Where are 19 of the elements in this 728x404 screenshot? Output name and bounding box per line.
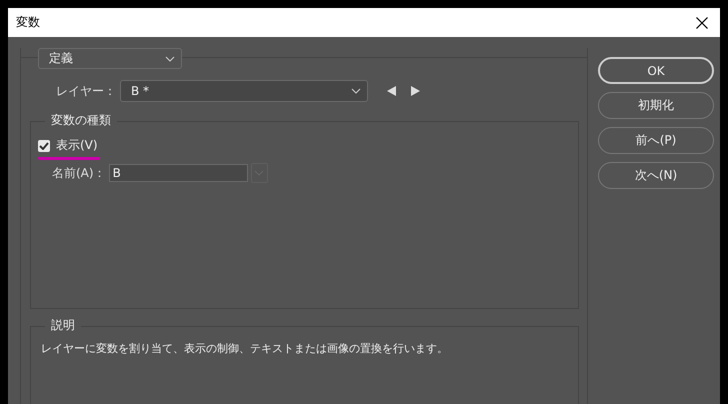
description-text: レイヤーに変数を割り当て、表示の制御、テキストまたは画像の置換を行います。 [41,341,449,356]
layer-label: レイヤー： [56,82,116,100]
window-title: 変数 [16,14,40,31]
dialog-button[interactable]: 次へ(N) [598,162,714,189]
group-title: 説明 [45,317,81,334]
chevron-down-icon [351,88,361,94]
name-field[interactable]: B [108,164,248,182]
chevron-down-icon [165,56,175,62]
dialog-button[interactable]: 前へ(P) [598,127,714,154]
visibility-checkbox[interactable] [38,140,50,152]
dialog-button[interactable]: 初期化 [598,92,714,119]
mode-dropdown[interactable]: 定義 [38,48,182,69]
dialog-button[interactable]: OK [598,57,714,84]
layer-dropdown[interactable]: B * [120,80,368,102]
close-icon [696,16,708,28]
group-title: 変数の種類 [45,112,117,129]
next-arrow-icon[interactable] [408,86,422,96]
checkbox-label: 表示(V) [56,137,98,154]
name-label: 名前(A)： [52,164,106,182]
